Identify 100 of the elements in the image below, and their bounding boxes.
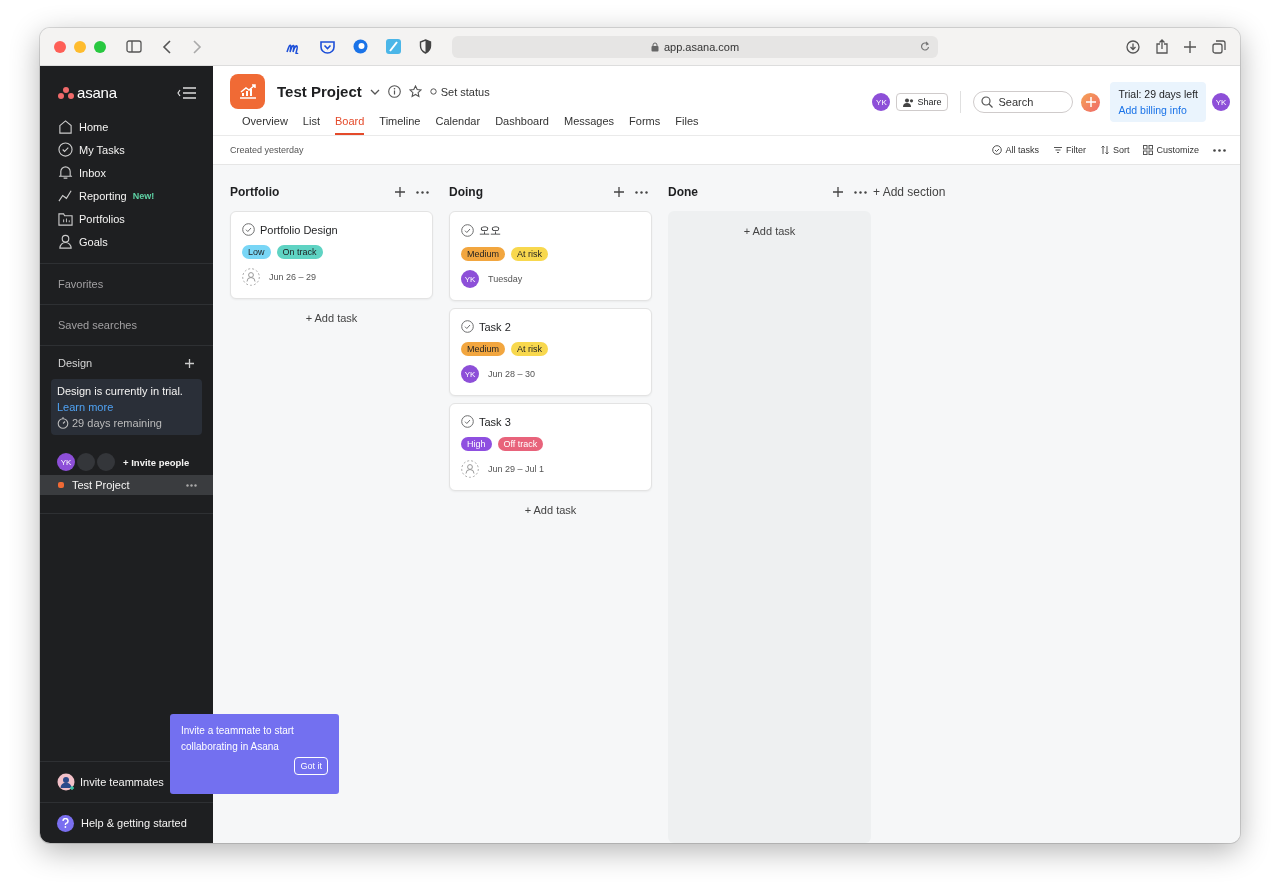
more-icon[interactable]: [416, 190, 429, 194]
nav-label: Portfolios: [79, 212, 125, 225]
assignee-avatar[interactable]: YK: [461, 365, 479, 383]
shield-icon[interactable]: [419, 39, 432, 54]
created-text: Created yesterday: [230, 145, 304, 155]
nav-label: Inbox: [79, 166, 106, 179]
chevron-down-icon[interactable]: [369, 88, 380, 95]
tab[interactable]: Overview: [242, 112, 288, 135]
set-status-button[interactable]: Set status: [429, 85, 490, 98]
project-item[interactable]: Test Project: [40, 475, 213, 495]
add-section-button[interactable]: + Add section: [873, 185, 946, 199]
plus-icon[interactable]: [833, 187, 843, 197]
check-circle-icon[interactable]: [461, 320, 474, 333]
assignee-avatar[interactable]: YK: [461, 270, 479, 288]
tab[interactable]: Calendar: [435, 112, 481, 135]
new-label: New!: [132, 190, 155, 201]
tag: Off track: [497, 437, 544, 451]
more-icon[interactable]: [854, 190, 867, 194]
toolbar-button[interactable]: Sort: [1099, 145, 1130, 155]
nav-item[interactable]: Goals: [48, 230, 205, 253]
nav-label: Goals: [79, 235, 108, 248]
add-billing-link[interactable]: Add billing info: [1118, 104, 1198, 116]
plus-icon[interactable]: [1184, 40, 1196, 53]
search-field[interactable]: Search: [973, 91, 1074, 113]
nav-item[interactable]: Portfolios: [48, 207, 205, 230]
column-title: Doing: [449, 185, 484, 199]
tab[interactable]: Dashboard: [495, 112, 549, 135]
zoom-dot[interactable]: [94, 40, 106, 53]
project-title: Test Project: [277, 83, 362, 100]
download-icon[interactable]: [1126, 39, 1140, 54]
tab[interactable]: Messages: [563, 112, 615, 135]
people-icon: [903, 97, 915, 107]
task-card[interactable]: 오오 Medium At risk YK Tuesday: [449, 211, 652, 301]
add-task-button[interactable]: + Add task: [743, 225, 796, 237]
tab[interactable]: Files: [675, 112, 699, 135]
back-icon[interactable]: [162, 39, 172, 54]
toolbar-button[interactable]: Filter: [1052, 145, 1086, 155]
task-title: Task 3: [479, 415, 511, 428]
filter-icon: [1052, 145, 1063, 155]
address-bar[interactable]: app.asana.com: [452, 35, 938, 58]
nav-item[interactable]: My Tasks: [48, 138, 205, 161]
team-name[interactable]: Design: [58, 357, 93, 369]
task-title: Portfolio Design: [260, 223, 338, 236]
project-name: Test Project: [72, 479, 131, 491]
collapse-menu-icon[interactable]: [177, 86, 197, 99]
column-title: Done: [668, 185, 699, 199]
more-icon[interactable]: [1213, 148, 1226, 152]
avatar[interactable]: YK: [57, 453, 75, 471]
toolbar-button[interactable]: All tasks: [992, 145, 1039, 155]
more-icon[interactable]: [186, 483, 197, 487]
folder-chart-icon: [58, 211, 73, 226]
invite-teammates-button[interactable]: Invite teammates: [40, 762, 213, 802]
nav-label: My Tasks: [79, 143, 125, 156]
add-button[interactable]: [1081, 92, 1101, 112]
reload-icon[interactable]: [920, 41, 930, 52]
user-avatar[interactable]: YK: [1212, 93, 1230, 111]
star-icon[interactable]: [408, 85, 422, 98]
nav-item[interactable]: Reporting New!: [48, 184, 205, 207]
tag: High: [461, 437, 492, 451]
people-icon: [57, 773, 75, 791]
asana-logo[interactable]: asana: [58, 84, 117, 101]
sidebar-toggle-icon[interactable]: [126, 40, 142, 53]
search-icon: [981, 96, 994, 108]
nav-item[interactable]: Home: [48, 115, 205, 138]
task-card[interactable]: Task 3 High Off track Jun 29 – Jul 1: [449, 403, 652, 491]
pocket-icon[interactable]: [320, 39, 335, 54]
check-circle-icon[interactable]: [461, 415, 474, 428]
task-title: 오오: [479, 223, 501, 238]
check-circle-icon: [992, 145, 1003, 155]
tab[interactable]: Timeline: [379, 112, 421, 135]
empty-avatar: [77, 453, 95, 471]
sort-icon: [1099, 145, 1110, 155]
add-task-button[interactable]: + Add task: [305, 312, 358, 324]
share-icon[interactable]: [1156, 39, 1168, 54]
invite-people-button[interactable]: + Invite people: [123, 456, 190, 468]
help-icon: [57, 814, 74, 832]
avatar[interactable]: YK: [872, 93, 891, 111]
task-card[interactable]: Task 2 Medium At risk YK Jun 28 – 30: [449, 308, 652, 396]
tab[interactable]: List: [302, 112, 320, 135]
plus-icon[interactable]: [395, 187, 405, 197]
nav-item[interactable]: Inbox: [48, 161, 205, 184]
got-it-button[interactable]: Got it: [294, 757, 328, 775]
toolbar-button[interactable]: Customize: [1143, 145, 1199, 155]
check-circle-icon[interactable]: [461, 224, 474, 237]
info-icon[interactable]: [387, 85, 401, 98]
learn-more-link[interactable]: Learn more: [57, 401, 114, 413]
more-icon[interactable]: [635, 190, 648, 194]
home-icon: [58, 119, 73, 134]
share-button[interactable]: Share: [896, 93, 949, 111]
close-dot[interactable]: [54, 40, 66, 53]
task-card[interactable]: Portfolio Design Low On track Jun 26 – 29: [230, 211, 433, 299]
tabs-icon[interactable]: [1212, 39, 1226, 54]
due-date: Jun 29 – Jul 1: [488, 464, 545, 474]
plus-icon[interactable]: [614, 187, 624, 197]
tag: Medium: [461, 247, 505, 261]
tab[interactable]: Forms: [629, 112, 661, 135]
minimize-dot[interactable]: [74, 40, 86, 53]
help-button[interactable]: Help & getting started: [40, 802, 213, 843]
add-task-button[interactable]: + Add task: [524, 504, 577, 516]
check-circle-icon[interactable]: [242, 223, 255, 236]
